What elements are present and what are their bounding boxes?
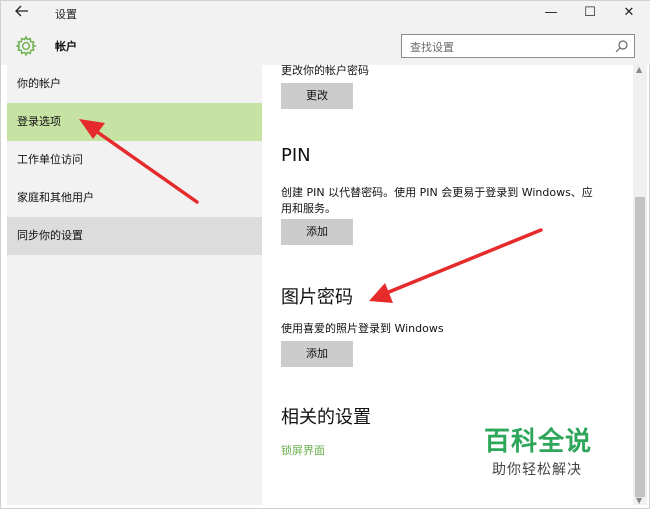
pin-heading: PIN — [281, 145, 311, 166]
page-title: 帐户 — [55, 40, 77, 53]
sidebar-item-work-access[interactable]: 工作单位访问 — [7, 141, 262, 179]
sidebar-item-sync-settings[interactable]: 同步你的设置 — [7, 217, 262, 255]
minimize-button[interactable]: — — [531, 1, 571, 27]
sidebar-item-family-users[interactable]: 家庭和其他用户 — [7, 179, 262, 217]
gear-icon — [15, 35, 37, 57]
search-placeholder: 查找设置 — [410, 41, 454, 54]
search-icon[interactable] — [615, 38, 629, 53]
back-arrow-icon[interactable] — [15, 3, 37, 23]
sidebar: 你的帐户 登录选项 工作单位访问 家庭和其他用户 同步你的设置 — [7, 65, 262, 505]
add-pin-button[interactable]: 添加 — [281, 219, 353, 245]
picture-password-heading: 图片密码 — [281, 287, 353, 308]
sidebar-item-your-account[interactable]: 你的帐户 — [7, 65, 262, 103]
change-password-button[interactable]: 更改 — [281, 83, 353, 109]
lock-screen-link[interactable]: 锁屏界面 — [281, 442, 325, 458]
pin-description-line1: 创建 PIN 以代替密码。使用 PIN 会更易于登录到 Windows、应 — [281, 186, 593, 199]
scroll-up-icon[interactable]: ▲ — [636, 65, 642, 74]
sidebar-item-sign-in-options[interactable]: 登录选项 — [7, 103, 262, 141]
add-picture-password-button[interactable]: 添加 — [281, 341, 353, 367]
title-bar: 设置 — ☐ ✕ — [1, 1, 650, 27]
close-button[interactable]: ✕ — [609, 1, 649, 27]
related-settings-heading: 相关的设置 — [281, 407, 371, 428]
pin-description-line2: 用和服务。 — [281, 202, 336, 215]
vertical-scrollbar[interactable]: ▲ ▼ — [633, 65, 647, 505]
search-input[interactable]: 查找设置 — [401, 34, 635, 58]
settings-window: 设置 — ☐ ✕ 帐户 查找设置 你的帐户 登录选项 工作单位访问 家庭和其他用… — [0, 0, 650, 509]
app-title: 设置 — [55, 8, 77, 21]
scrollbar-thumb[interactable] — [635, 197, 645, 497]
maximize-button[interactable]: ☐ — [570, 1, 610, 27]
picture-password-description: 使用喜爱的照片登录到 Windows — [281, 322, 444, 335]
watermark-slogan: 助你轻松解决 — [492, 462, 582, 478]
password-label: 更改你的帐户密码 — [281, 64, 369, 77]
scroll-down-icon[interactable]: ▼ — [636, 496, 642, 505]
page-header: 帐户 查找设置 — [1, 27, 650, 65]
watermark-logo: 百科全说 — [484, 427, 593, 457]
